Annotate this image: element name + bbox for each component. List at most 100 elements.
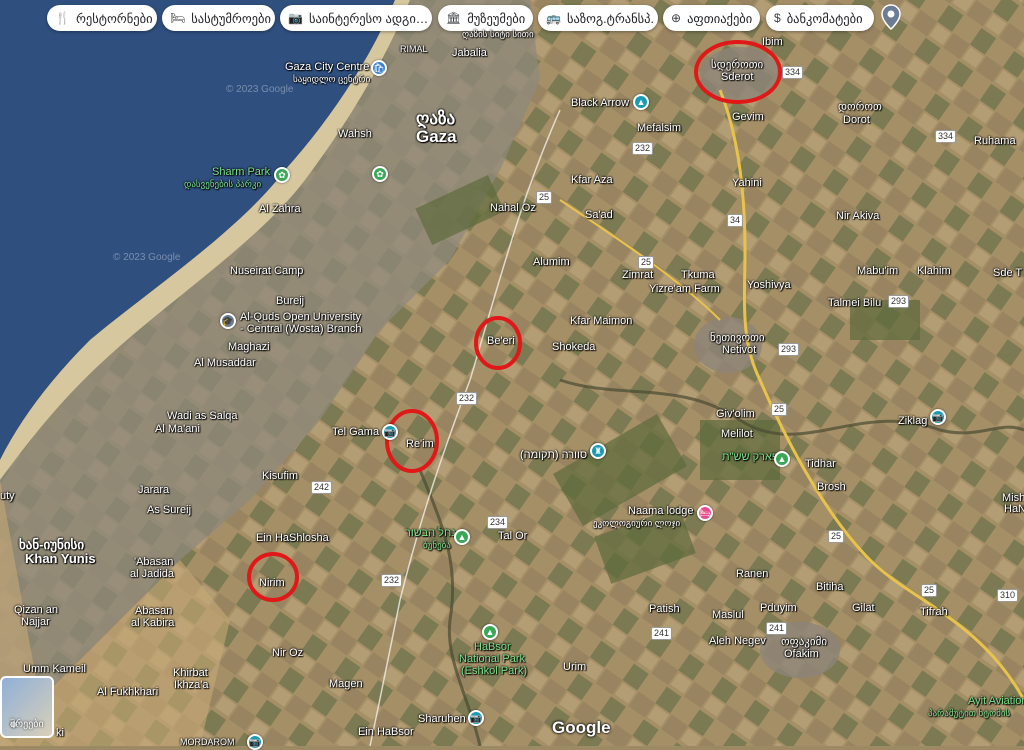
shopping-poi-icon[interactable]: 🛍 — [371, 60, 387, 76]
label-shokeda[interactable]: Shokeda — [552, 341, 595, 353]
label-al-fukhkhari[interactable]: Al Fukhkhari — [97, 686, 158, 698]
label-gevim[interactable]: Gevim — [732, 111, 764, 123]
label-kisufim[interactable]: Kisufim — [262, 470, 298, 482]
tree-poi-icon-3[interactable]: ▲ — [482, 624, 498, 640]
label-reim[interactable]: Re'im — [406, 438, 434, 450]
label-wadi-salqa[interactable]: Wadi as Salqa — [167, 410, 238, 422]
label-tal-or[interactable]: Tal Or — [498, 530, 527, 542]
label-klahim[interactable]: Klahim — [917, 265, 951, 277]
label-bitiha[interactable]: Bitiha — [816, 581, 844, 593]
label-yahini[interactable]: Yahini — [732, 177, 762, 189]
label-sderot[interactable]: Sderot — [721, 71, 753, 83]
label-abasan-jadida-1[interactable]: 'Abasan — [134, 556, 173, 568]
label-nir-oz[interactable]: Nir Oz — [272, 647, 303, 659]
label-as-sureij[interactable]: As Sureij — [147, 504, 191, 516]
label-dorot-geo[interactable]: დოროთ — [838, 101, 882, 113]
label-gaza-city-centre[interactable]: Gaza City Centre — [285, 61, 369, 73]
chip-restaurants[interactable]: 🍴 რესტორნები — [47, 5, 157, 31]
label-ofakim[interactable]: Ofakim — [784, 648, 819, 660]
label-kfar-aza[interactable]: Kfar Aza — [571, 174, 613, 186]
label-gilat[interactable]: Gilat — [852, 602, 875, 614]
label-yizream[interactable]: Yizre'am Farm — [649, 283, 720, 295]
chip-atms[interactable]: $ ბანკომატები — [766, 5, 874, 31]
label-magen[interactable]: Magen — [329, 678, 363, 690]
label-kfar-maimon[interactable]: Kfar Maimon — [570, 315, 632, 327]
layers-button[interactable]: ◆ შრეები — [0, 676, 54, 738]
label-qizan-1[interactable]: Qizan an — [14, 604, 58, 616]
label-saad[interactable]: Sa'ad — [585, 209, 613, 221]
label-dorot[interactable]: Dorot — [843, 114, 870, 126]
label-ofakim-geo[interactable]: ოფაკიმი — [781, 636, 827, 648]
label-netivot[interactable]: Netivot — [722, 344, 756, 356]
label-maslul[interactable]: Maslul — [712, 609, 744, 621]
castle-poi-icon[interactable]: ♜ — [590, 443, 606, 459]
label-gaza-geo[interactable]: ღაზა — [416, 110, 455, 128]
university-poi-icon[interactable]: 🎓 — [220, 313, 236, 329]
label-mabuim[interactable]: Mabu'im — [857, 265, 898, 277]
label-urim[interactable]: Urim — [563, 661, 586, 673]
label-givolim[interactable]: Giv'olim — [716, 408, 755, 420]
label-bureij[interactable]: Bureij — [276, 295, 304, 307]
location-pin-icon[interactable] — [880, 4, 902, 30]
camera-poi-icon-3[interactable]: 📷 — [382, 424, 398, 440]
camera-poi-icon[interactable]: 📷 — [247, 734, 263, 750]
label-al-maani[interactable]: Al Ma'ani — [155, 423, 200, 435]
label-habsor-park-2[interactable]: National Park — [459, 653, 525, 665]
label-netivot-geo[interactable]: ნეთივოთი — [710, 332, 765, 344]
label-yoshivya[interactable]: Yoshivya — [747, 279, 791, 291]
label-ayit-1[interactable]: Ayit Aviation — [968, 695, 1024, 707]
tree-poi-icon[interactable]: ▲ — [774, 451, 790, 467]
label-gaza[interactable]: Gaza — [416, 128, 457, 146]
camera-poi-icon-4[interactable]: 📷 — [930, 409, 946, 425]
garden-poi-icon[interactable]: ✿ — [372, 166, 388, 182]
monument-poi-icon[interactable]: ▲ — [633, 94, 649, 110]
label-naama[interactable]: Naama lodge — [628, 505, 693, 517]
label-beeri[interactable]: Be'eri — [487, 335, 515, 347]
hotel-poi-icon[interactable]: 🛏 — [697, 505, 713, 521]
label-alumim[interactable]: Alumim — [533, 256, 570, 268]
label-brosh[interactable]: Brosh — [817, 481, 846, 493]
chip-hotels[interactable]: 🛏 სასტუმროები — [162, 5, 275, 31]
label-ein-hashlosha[interactable]: Ein HaShlosha — [256, 532, 329, 544]
label-tkuma[interactable]: Tkuma — [681, 269, 715, 281]
label-melilot[interactable]: Melilot — [721, 428, 753, 440]
label-khan-yunis[interactable]: Khan Yunis — [25, 552, 96, 565]
label-patish[interactable]: Patish — [649, 603, 680, 615]
chip-transit[interactable]: 🚌 საზოგ.ტრანსპ. — [538, 5, 658, 31]
chip-attractions[interactable]: 📷 საინტერესო ადგი… — [280, 5, 432, 31]
label-nuseirat[interactable]: Nuseirat Camp — [230, 265, 303, 277]
label-wahsh[interactable]: Wahsh — [338, 128, 372, 140]
label-abasan-kabira-2[interactable]: al Kabira — [131, 617, 174, 629]
label-pduyim[interactable]: Pduyim — [760, 602, 797, 614]
tree-poi-icon-2[interactable]: ▲ — [454, 529, 470, 545]
label-tel-gama[interactable]: Tel Gama — [332, 426, 379, 438]
label-maghazi[interactable]: Maghazi — [228, 341, 270, 353]
label-park-sheshet[interactable]: פארק שש"ת — [722, 451, 779, 463]
label-habsor-park-1[interactable]: HaBsor — [474, 641, 511, 653]
label-black-arrow[interactable]: Black Arrow — [571, 97, 629, 109]
label-aleh-negev[interactable]: Aleh Negev — [709, 635, 766, 647]
label-jarara[interactable]: Jarara — [138, 484, 169, 496]
label-mefalsim[interactable]: Mefalsim — [637, 122, 681, 134]
label-sharm-park[interactable]: Sharm Park — [212, 166, 270, 178]
label-jabalia[interactable]: Jabalia — [452, 47, 487, 59]
label-qizan-2[interactable]: Najjar — [21, 616, 50, 628]
label-habsor-park-3[interactable]: (Eshkol Park) — [461, 665, 527, 677]
label-alquds-2[interactable]: - Central (Wosta) Branch — [240, 323, 361, 335]
label-ruhama[interactable]: Ruhama — [974, 135, 1016, 147]
label-umm-kameil[interactable]: Umm Kameil — [23, 663, 86, 675]
label-sharuhen[interactable]: Sharuhen — [418, 713, 466, 725]
label-ibim[interactable]: Ibim — [762, 36, 783, 48]
label-khan-yunis-geo[interactable]: ხან-იუნისი — [19, 538, 84, 551]
label-ziklag[interactable]: Ziklag — [898, 415, 927, 427]
label-tifrah[interactable]: Tifrah — [920, 606, 948, 618]
label-nirim[interactable]: Nirim — [259, 577, 285, 589]
label-nahal-oz[interactable]: Nahal Oz — [490, 202, 536, 214]
label-khirbat-2[interactable]: Ikhza'a — [174, 679, 209, 691]
label-al-musaddar[interactable]: Al Musaddar — [194, 357, 256, 369]
label-alquds-1[interactable]: Al-Quds Open University — [240, 311, 361, 323]
park-poi-icon[interactable]: ✿ — [274, 167, 290, 183]
label-al-zahra[interactable]: Al Zahra — [259, 203, 301, 215]
label-tidhar[interactable]: Tidhar — [805, 458, 836, 470]
label-sde-t[interactable]: Sde T — [993, 267, 1022, 279]
